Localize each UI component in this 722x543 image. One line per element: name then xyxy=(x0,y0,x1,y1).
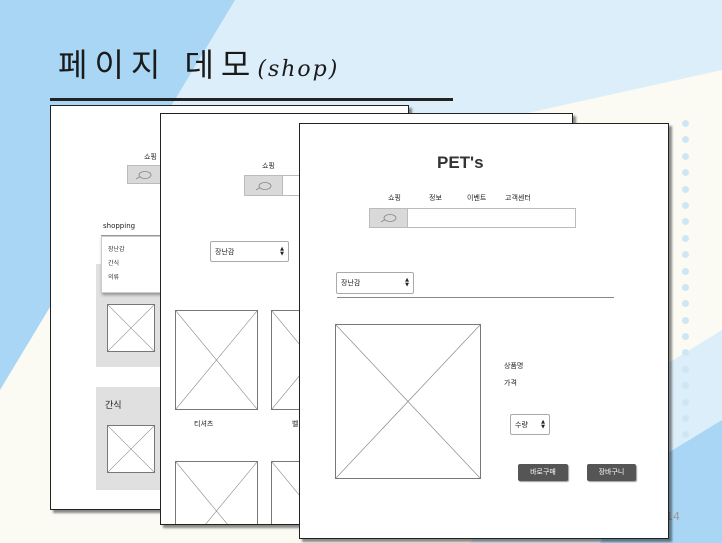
select-arrows-icon: ▲ ▼ xyxy=(405,277,409,288)
search-icon xyxy=(380,214,396,223)
decorative-dots xyxy=(680,120,692,448)
menu-label-shopping[interactable]: 쇼핑 xyxy=(262,161,275,171)
dropdown-item[interactable]: 장난감 xyxy=(108,244,125,253)
section-label-snack: 간식 xyxy=(105,401,122,411)
search-button[interactable] xyxy=(245,176,283,195)
buy-now-button[interactable]: 바로구매 xyxy=(518,464,568,481)
category-select-value: 장난감 xyxy=(341,279,361,287)
nav-item-event[interactable]: 이벤트 xyxy=(467,193,486,203)
slide-title: 페이지 데모(shop) xyxy=(58,40,339,86)
wireframe-page-3: PET's 쇼핑 정보 이벤트 고객센터 장난감 ▲ ▼ 상품명 가격 수량 ▲ ▼… xyxy=(299,123,669,539)
search-dropdown: 장난감 간식 의류 xyxy=(101,236,165,293)
add-to-cart-button[interactable]: 장바구니 xyxy=(587,464,636,481)
category-select[interactable]: 장난감 ▲ ▼ xyxy=(210,241,289,262)
dropdown-item[interactable]: 의류 xyxy=(108,272,119,281)
menu-label-shopping[interactable]: 쇼핑 xyxy=(144,152,157,162)
search-icon xyxy=(255,181,271,190)
product-image-placeholder[interactable] xyxy=(175,461,258,524)
search-button[interactable] xyxy=(370,209,408,227)
select-arrows-icon: ▲ ▼ xyxy=(280,245,284,257)
select-arrows-icon: ▲ ▼ xyxy=(541,418,545,430)
section-divider xyxy=(337,297,614,298)
quantity-select-value: 수량 xyxy=(515,420,528,429)
product-name-label: 상품명 xyxy=(504,362,524,370)
nav-item-customer-center[interactable]: 고객센터 xyxy=(505,193,531,203)
search-button[interactable] xyxy=(128,166,161,183)
search-input-value[interactable]: shopping xyxy=(103,222,135,230)
product-image-placeholder xyxy=(335,324,481,479)
title-underline xyxy=(50,98,453,101)
dropdown-item[interactable]: 간식 xyxy=(108,258,119,267)
image-placeholder xyxy=(107,425,155,473)
slide-title-sub: (shop) xyxy=(257,57,340,82)
slide-title-main: 페이지 데모 xyxy=(58,46,258,84)
product-label: 벨 xyxy=(292,420,299,428)
category-select[interactable]: 장난감 ▲ ▼ xyxy=(336,272,414,294)
category-select-value: 장난감 xyxy=(215,247,235,256)
nav-item-shopping[interactable]: 쇼핑 xyxy=(388,193,401,203)
image-placeholder xyxy=(107,304,155,352)
brand-logo[interactable]: PET's xyxy=(437,153,484,173)
price-label: 가격 xyxy=(504,379,517,387)
nav-item-info[interactable]: 정보 xyxy=(429,193,442,203)
product-image-placeholder[interactable] xyxy=(175,310,258,410)
search-bar[interactable] xyxy=(369,208,576,228)
search-icon xyxy=(135,170,152,179)
quantity-select[interactable]: 수량 ▲ ▼ xyxy=(510,414,550,435)
product-label: 티셔츠 xyxy=(194,420,214,428)
